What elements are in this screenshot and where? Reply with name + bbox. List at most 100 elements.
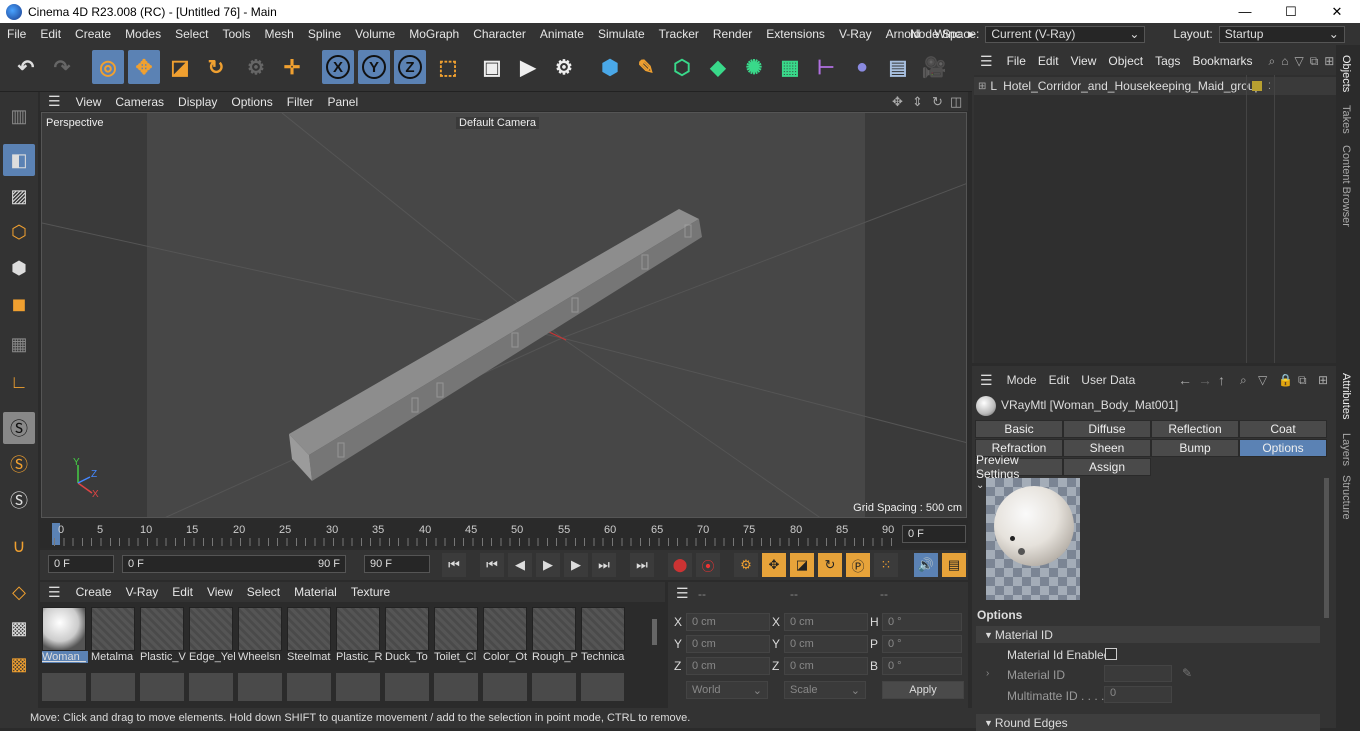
go-to-end-icon[interactable]: ⏭ bbox=[630, 553, 654, 577]
undo-icon[interactable]: ↶ bbox=[10, 50, 42, 84]
object-menu-file[interactable]: File bbox=[1001, 54, 1032, 68]
apply-button[interactable]: Apply bbox=[882, 681, 964, 699]
live-selection-icon[interactable]: ◎ bbox=[92, 50, 124, 84]
viewport-menu-options[interactable]: Options bbox=[224, 95, 279, 109]
viewport-menu-display[interactable]: Display bbox=[171, 95, 224, 109]
menu-select[interactable]: Select bbox=[168, 27, 215, 41]
expand-arrow-icon[interactable]: › bbox=[986, 668, 989, 679]
film-strip-icon[interactable]: ▤ bbox=[942, 553, 966, 577]
key-parameter-icon[interactable]: Ⓟ bbox=[846, 553, 870, 577]
next-key-icon[interactable]: ⏭ bbox=[592, 553, 616, 577]
menu-tools[interactable]: Tools bbox=[215, 27, 257, 41]
axis-tool-icon[interactable]: ✛ bbox=[276, 50, 308, 84]
material-id-color-field[interactable] bbox=[1104, 665, 1172, 682]
recent-tools-icon[interactable]: ⚙ bbox=[240, 50, 272, 84]
axis-mode-icon[interactable]: ∟ bbox=[3, 366, 35, 398]
scale-tool-icon[interactable]: ◪ bbox=[164, 50, 196, 84]
play-icon[interactable]: ▶ bbox=[536, 553, 560, 577]
search-icon[interactable]: ⌕ bbox=[1268, 54, 1275, 69]
cloner-icon[interactable]: ✺ bbox=[738, 50, 770, 84]
material-swatch[interactable]: Steelmat bbox=[287, 607, 333, 665]
position-z-field[interactable]: 0 cm bbox=[686, 657, 770, 675]
material-swatch[interactable]: Plastic_R bbox=[336, 607, 382, 665]
eyedropper-icon[interactable]: ✎ bbox=[1182, 666, 1192, 680]
viewport-menu-view[interactable]: View bbox=[69, 95, 109, 109]
tab-bump[interactable]: Bump bbox=[1151, 439, 1239, 457]
model-mode-icon[interactable]: ◧ bbox=[3, 144, 35, 176]
edges-mode-icon[interactable]: ⬢ bbox=[3, 252, 35, 284]
forward-arrow-icon[interactable]: → bbox=[1198, 372, 1212, 388]
up-arrow-icon[interactable]: ↑ bbox=[1218, 372, 1225, 388]
menu-edit[interactable]: Edit bbox=[33, 27, 68, 41]
coordinate-system-icon[interactable]: ⬚ bbox=[432, 50, 464, 84]
go-to-start-icon[interactable]: ⏮ bbox=[442, 553, 466, 577]
menu-vray[interactable]: V-Ray bbox=[832, 27, 879, 41]
new-window-icon[interactable]: ⧉ bbox=[1298, 373, 1307, 388]
key-rotation-icon[interactable]: ↻ bbox=[818, 553, 842, 577]
key-position-icon[interactable]: ✥ bbox=[762, 553, 786, 577]
object-menu-view[interactable]: View bbox=[1065, 54, 1103, 68]
menu-extensions[interactable]: Extensions bbox=[759, 27, 832, 41]
uv-mode-icon[interactable]: ▦ bbox=[3, 328, 35, 360]
x-axis-lock-button[interactable]: X bbox=[322, 50, 354, 84]
next-frame-icon[interactable]: ▶ bbox=[564, 553, 588, 577]
material-preview-image[interactable] bbox=[986, 478, 1080, 600]
material-swatch[interactable]: Woman_ bbox=[42, 607, 88, 665]
lock-icon[interactable]: 🔒 bbox=[1278, 373, 1293, 387]
snap-settings-icon[interactable]: Ⓢ bbox=[3, 448, 35, 480]
material-menu-edit[interactable]: Edit bbox=[165, 585, 200, 599]
rotation-b-field[interactable]: 0 ° bbox=[882, 657, 962, 675]
size-y-field[interactable]: 0 cm bbox=[784, 635, 868, 653]
start-frame-field[interactable]: 0 F bbox=[48, 555, 114, 573]
hamburger-menu-icon[interactable]: ☰ bbox=[676, 585, 689, 602]
add-panel-icon[interactable]: ⊞ bbox=[1318, 373, 1328, 387]
prev-frame-icon[interactable]: ◀ bbox=[508, 553, 532, 577]
back-arrow-icon[interactable]: ← bbox=[1178, 372, 1192, 388]
tab-coat[interactable]: Coat bbox=[1239, 420, 1327, 438]
material-id-enabled-checkbox[interactable] bbox=[1105, 648, 1117, 660]
frame-range-slider[interactable]: 0 F 90 F bbox=[122, 555, 346, 573]
viewport-layout-icon[interactable]: ◫ bbox=[950, 94, 962, 110]
tab-assign[interactable]: Assign bbox=[1063, 458, 1151, 476]
floor-icon[interactable]: ▤ bbox=[882, 50, 914, 84]
tab-reflection[interactable]: Reflection bbox=[1151, 420, 1239, 438]
render-view-icon[interactable]: ▣ bbox=[476, 50, 508, 84]
z-axis-lock-button[interactable]: Z bbox=[394, 50, 426, 84]
hamburger-menu-icon[interactable]: ☰ bbox=[40, 93, 69, 110]
object-row[interactable]: ⊞ L Hotel_Corridor_and_Housekeeping_Maid… bbox=[974, 77, 1336, 95]
keyframe-selection-icon[interactable]: ⚙ bbox=[734, 553, 758, 577]
current-frame-field[interactable]: 0 F bbox=[902, 525, 966, 543]
viewport-nav-move-icon[interactable]: ✥ bbox=[892, 94, 903, 110]
side-tab-attributes[interactable]: Attributes bbox=[1340, 373, 1352, 419]
rotation-p-field[interactable]: 0 ° bbox=[882, 635, 962, 653]
texture-mode-icon[interactable]: ▨ bbox=[3, 180, 35, 212]
home-icon[interactable]: ⌂ bbox=[1281, 54, 1288, 68]
points-mode-icon[interactable]: ⬡ bbox=[3, 216, 35, 248]
hamburger-menu-icon[interactable]: ☰ bbox=[972, 53, 1001, 70]
new-window-icon[interactable]: ⧉ bbox=[1310, 54, 1319, 69]
deformer-icon[interactable]: ⊢ bbox=[810, 50, 842, 84]
side-tab-content-browser[interactable]: Content Browser bbox=[1340, 145, 1352, 227]
collapse-arrow-icon[interactable]: ⌄ bbox=[976, 480, 984, 491]
filter-icon[interactable]: ▽ bbox=[1258, 373, 1267, 387]
pen-spline-icon[interactable]: ✎ bbox=[630, 50, 662, 84]
menu-tracker[interactable]: Tracker bbox=[652, 27, 706, 41]
size-z-field[interactable]: 0 cm bbox=[784, 657, 868, 675]
tab-preview-settings[interactable]: Preview Settings bbox=[975, 453, 1063, 481]
polygons-mode-icon[interactable]: ◼ bbox=[3, 288, 35, 320]
camera-icon[interactable]: 🎥 bbox=[918, 50, 950, 84]
material-menu-vray[interactable]: V-Ray bbox=[119, 585, 166, 599]
visibility-dots-icon[interactable]: ⁚ bbox=[1268, 81, 1271, 92]
side-tab-structure[interactable]: Structure bbox=[1340, 475, 1352, 520]
tab-basic[interactable]: Basic bbox=[975, 420, 1063, 438]
attr-menu-edit[interactable]: Edit bbox=[1043, 373, 1076, 387]
side-tab-layers[interactable]: Layers bbox=[1340, 433, 1352, 466]
render-picture-viewer-icon[interactable]: ▶ bbox=[512, 50, 544, 84]
menu-modes[interactable]: Modes bbox=[118, 27, 168, 41]
magnet-icon[interactable]: ∪ bbox=[3, 530, 35, 562]
material-menu-material[interactable]: Material bbox=[287, 585, 344, 599]
material-swatch[interactable]: Plastic_V bbox=[140, 607, 186, 665]
group-header-round-edges[interactable]: ▼ Round Edges bbox=[976, 714, 1320, 731]
quantize-icon[interactable]: Ⓢ bbox=[3, 484, 35, 516]
maximize-button[interactable]: ☐ bbox=[1268, 0, 1314, 23]
